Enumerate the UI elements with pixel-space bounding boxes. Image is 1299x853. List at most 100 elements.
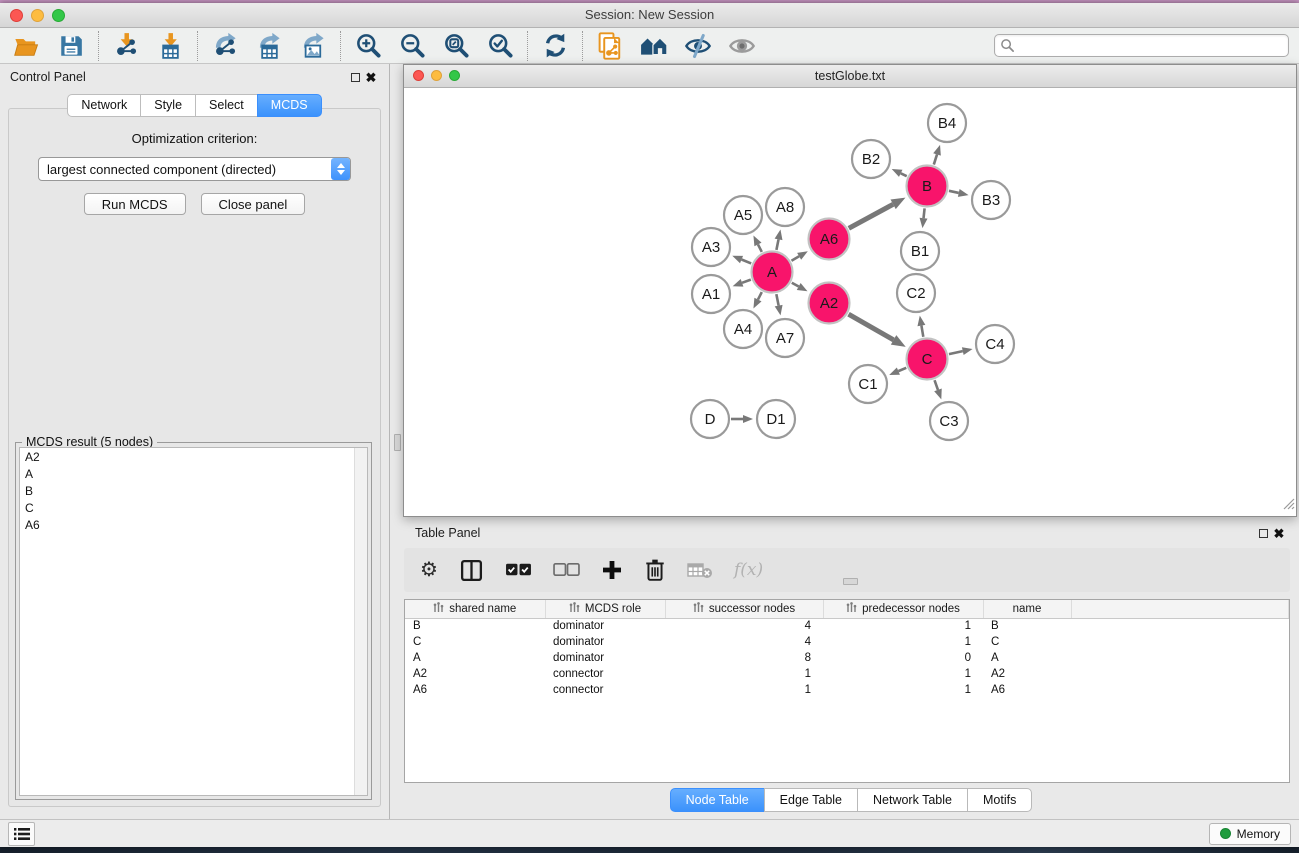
vertical-divider-handle[interactable] [394, 434, 401, 451]
graph-edge-A-A4[interactable] [758, 292, 762, 300]
criterion-dropdown[interactable]: largest connected component (directed) [38, 157, 351, 181]
table-row[interactable]: Adominator80A [405, 650, 1289, 666]
graph-node-C2[interactable]: C2 [897, 274, 935, 312]
graph-node-C3[interactable]: C3 [930, 402, 968, 440]
table-row[interactable]: Cdominator41C [405, 634, 1289, 650]
table-cell[interactable]: C [983, 634, 1071, 650]
table-cell[interactable]: A [405, 650, 545, 666]
delete-column-icon[interactable] [644, 555, 666, 585]
graph-node-C4[interactable]: C4 [976, 325, 1014, 363]
graph-node-A4[interactable]: A4 [724, 310, 762, 348]
graph-edge-A-A5[interactable] [758, 244, 762, 252]
result-item[interactable]: A6 [20, 516, 367, 533]
table-cell[interactable]: A2 [405, 666, 545, 682]
tab-motifs[interactable]: Motifs [967, 788, 1032, 812]
table-cell[interactable]: dominator [545, 634, 665, 650]
graph-node-A7[interactable]: A7 [766, 319, 804, 357]
graph-edge-B-B4[interactable] [934, 154, 937, 164]
table-cell[interactable]: A6 [405, 682, 545, 698]
result-item[interactable]: A2 [20, 448, 367, 465]
tab-mcds[interactable]: MCDS [257, 94, 322, 117]
result-item[interactable]: B [20, 482, 367, 499]
open-file-icon[interactable] [13, 32, 41, 60]
graph-node-B3[interactable]: B3 [972, 181, 1010, 219]
tab-network[interactable]: Network [67, 94, 141, 117]
import-network-icon[interactable] [112, 32, 140, 60]
graph-node-C1[interactable]: C1 [849, 365, 887, 403]
graph-node-A1[interactable]: A1 [692, 275, 730, 313]
graph-edge-A-A2[interactable] [792, 283, 799, 287]
close-table-panel-icon[interactable]: ✖ [1271, 525, 1287, 541]
tab-style[interactable]: Style [140, 94, 196, 117]
column-header-successor-nodes[interactable]: successor nodes [665, 600, 823, 618]
table-cell[interactable]: A6 [983, 682, 1071, 698]
float-table-panel-icon[interactable] [1255, 525, 1271, 541]
graph-node-B1[interactable]: B1 [901, 232, 939, 270]
graph-node-A2[interactable]: A2 [809, 283, 850, 324]
result-item[interactable]: A [20, 465, 367, 482]
select-all-icon[interactable] [505, 555, 532, 585]
column-header-name[interactable]: name [983, 600, 1071, 618]
table-cell[interactable]: 4 [665, 618, 823, 634]
graph-node-A5[interactable]: A5 [724, 196, 762, 234]
graph-edge-C-C1[interactable] [898, 368, 906, 371]
column-header-predecessor-nodes[interactable]: predecessor nodes [823, 600, 983, 618]
table-row[interactable]: Bdominator41B [405, 618, 1289, 634]
table-cell[interactable]: B [405, 618, 545, 634]
table-cell[interactable]: 1 [823, 682, 983, 698]
table-cell[interactable]: A [983, 650, 1071, 666]
table-cell[interactable]: 1 [823, 634, 983, 650]
result-item[interactable]: C [20, 499, 367, 516]
graph-edge-A-A8[interactable] [776, 239, 778, 250]
zoom-out-icon[interactable] [398, 32, 426, 60]
copy-network-icon[interactable] [596, 32, 624, 60]
zoom-fit-icon[interactable] [442, 32, 470, 60]
graph-edge-A-A3[interactable] [742, 260, 752, 264]
columns-icon[interactable] [459, 555, 484, 585]
graph-edge-B-B1[interactable] [924, 208, 925, 218]
tab-select[interactable]: Select [195, 94, 258, 117]
memory-button[interactable]: Memory [1209, 823, 1291, 845]
task-history-button[interactable] [8, 822, 35, 846]
export-table-icon[interactable] [255, 32, 283, 60]
table-cell[interactable]: 1 [665, 666, 823, 682]
graph-node-A6[interactable]: A6 [809, 219, 850, 260]
network-canvas[interactable]: B4B2BB3A5A8A6A3AB1A1A2C2A4A7C4CC1C3DD1 [405, 89, 1295, 515]
table-cell[interactable]: C [405, 634, 545, 650]
table-cell[interactable]: 4 [665, 634, 823, 650]
table-row[interactable]: A6connector11A6 [405, 682, 1289, 698]
graph-node-D1[interactable]: D1 [757, 400, 795, 438]
houses-icon[interactable] [640, 32, 668, 60]
result-scrollbar[interactable] [354, 448, 367, 795]
graph-node-A3[interactable]: A3 [692, 228, 730, 266]
graph-node-A8[interactable]: A8 [766, 188, 804, 226]
graph-edge-C-C2[interactable] [921, 326, 923, 337]
export-network-icon[interactable] [211, 32, 239, 60]
column-header-shared-name[interactable]: shared name [405, 600, 545, 618]
table-cell[interactable]: dominator [545, 618, 665, 634]
table-cell[interactable]: 1 [823, 666, 983, 682]
tab-node-table[interactable]: Node Table [670, 788, 765, 812]
zoom-in-icon[interactable] [354, 32, 382, 60]
graph-node-D[interactable]: D [691, 400, 729, 438]
search-input[interactable] [994, 34, 1289, 57]
horizontal-divider-handle[interactable] [843, 578, 858, 585]
graph-node-C[interactable]: C [907, 339, 948, 380]
resize-grip-icon[interactable] [1281, 496, 1295, 515]
table-cell[interactable]: connector [545, 682, 665, 698]
export-image-icon[interactable] [299, 32, 327, 60]
graph-edge-A-A6[interactable] [791, 256, 799, 260]
graph-edge-A6-B[interactable] [849, 204, 893, 228]
run-mcds-button[interactable]: Run MCDS [84, 193, 186, 215]
graph-edge-B-B3[interactable] [949, 191, 959, 193]
deselect-all-icon[interactable] [553, 555, 580, 585]
close-panel-button[interactable]: Close panel [201, 193, 306, 215]
table-cell[interactable]: 0 [823, 650, 983, 666]
close-panel-icon[interactable]: ✖ [363, 69, 379, 85]
show-hide-graphics-icon[interactable] [684, 32, 712, 60]
graph-edge-A-A7[interactable] [776, 294, 778, 306]
table-cell[interactable]: 1 [823, 618, 983, 634]
graph-edge-A2-C[interactable] [849, 314, 894, 340]
save-session-icon[interactable] [57, 32, 85, 60]
refresh-icon[interactable] [541, 32, 569, 60]
